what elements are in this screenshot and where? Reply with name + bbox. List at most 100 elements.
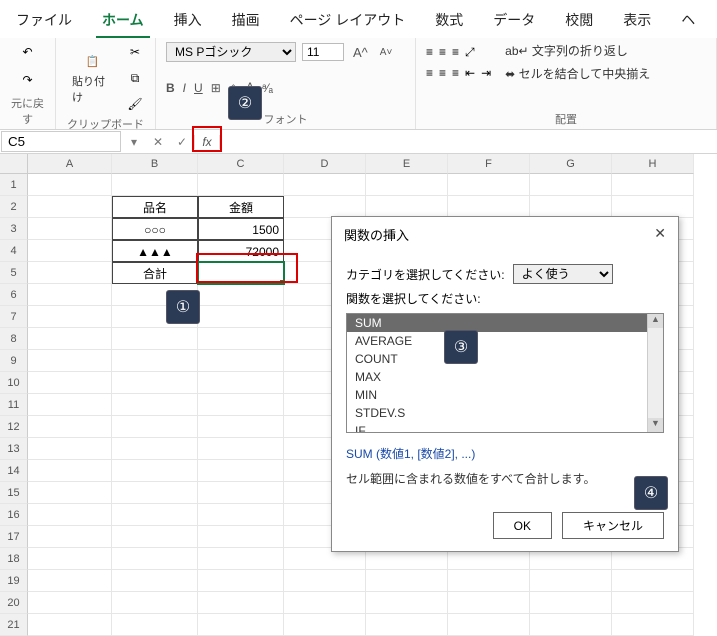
indent-inc-icon[interactable]: ⇥ <box>481 66 491 80</box>
row-header[interactable]: 4 <box>0 240 28 262</box>
ok-button[interactable]: OK <box>493 512 552 539</box>
cell[interactable] <box>28 240 112 262</box>
cell[interactable] <box>198 284 284 306</box>
function-item[interactable]: MIN <box>347 386 647 404</box>
cell[interactable] <box>28 350 112 372</box>
cell[interactable] <box>112 592 198 614</box>
col-header[interactable]: G <box>530 154 612 174</box>
cell[interactable] <box>112 570 198 592</box>
function-listbox[interactable]: SUM AVERAGE COUNT MAX MIN STDEV.S IF ▲ ▼ <box>346 313 664 433</box>
cell[interactable] <box>448 592 530 614</box>
tab-help[interactable]: ヘ <box>675 6 701 38</box>
cell[interactable]: 1500 <box>198 218 284 240</box>
row-header[interactable]: 3 <box>0 218 28 240</box>
row-header[interactable]: 5 <box>0 262 28 284</box>
font-size-input[interactable] <box>302 43 344 61</box>
cell[interactable] <box>530 614 612 636</box>
tab-pagelayout[interactable]: ページ レイアウト <box>284 6 412 38</box>
select-all-corner[interactable] <box>0 154 28 174</box>
cell[interactable] <box>112 482 198 504</box>
col-header[interactable]: E <box>366 154 448 174</box>
close-icon[interactable]: ✕ <box>654 225 666 244</box>
align-middle-icon[interactable]: ≡ <box>439 45 446 60</box>
cell[interactable] <box>530 570 612 592</box>
category-select[interactable]: よく使う <box>513 264 613 284</box>
scroll-down-icon[interactable]: ▼ <box>648 418 663 432</box>
cell[interactable] <box>28 548 112 570</box>
row-header[interactable]: 9 <box>0 350 28 372</box>
cell[interactable] <box>612 570 694 592</box>
cancel-formula-icon[interactable]: ✕ <box>146 135 170 149</box>
cell[interactable] <box>28 460 112 482</box>
cell[interactable] <box>198 504 284 526</box>
col-header[interactable]: C <box>198 154 284 174</box>
cell[interactable] <box>448 570 530 592</box>
col-header[interactable]: B <box>112 154 198 174</box>
row-header[interactable]: 1 <box>0 174 28 196</box>
col-header[interactable]: F <box>448 154 530 174</box>
cell[interactable] <box>198 328 284 350</box>
row-header[interactable]: 18 <box>0 548 28 570</box>
cell[interactable] <box>198 570 284 592</box>
cell[interactable] <box>28 372 112 394</box>
cell[interactable] <box>28 592 112 614</box>
cell[interactable] <box>612 614 694 636</box>
cell[interactable] <box>612 196 694 218</box>
cell[interactable]: 品名 <box>112 196 198 218</box>
function-item[interactable]: COUNT <box>347 350 647 368</box>
cell[interactable] <box>366 196 448 218</box>
cell[interactable]: 72000 <box>198 240 284 262</box>
col-header[interactable]: D <box>284 154 366 174</box>
cell[interactable] <box>366 570 448 592</box>
cell[interactable] <box>28 482 112 504</box>
tab-insert[interactable]: 挿入 <box>168 6 208 38</box>
cell[interactable] <box>198 394 284 416</box>
row-header[interactable]: 21 <box>0 614 28 636</box>
align-bottom-icon[interactable]: ≡ <box>452 45 459 60</box>
active-cell[interactable] <box>198 262 284 284</box>
underline-button[interactable]: U <box>194 81 203 95</box>
row-header[interactable]: 15 <box>0 482 28 504</box>
italic-button[interactable]: I <box>183 81 186 95</box>
function-item[interactable]: MAX <box>347 368 647 386</box>
tab-data[interactable]: データ <box>487 6 541 38</box>
cell[interactable] <box>112 614 198 636</box>
cell[interactable] <box>366 614 448 636</box>
cell[interactable] <box>448 174 530 196</box>
cell[interactable] <box>28 262 112 284</box>
cell[interactable] <box>112 438 198 460</box>
cell[interactable]: ▲▲▲ <box>112 240 198 262</box>
cell[interactable] <box>112 526 198 548</box>
cell[interactable] <box>198 416 284 438</box>
row-header[interactable]: 20 <box>0 592 28 614</box>
scroll-up-icon[interactable]: ▲ <box>648 314 663 328</box>
function-item[interactable]: SUM <box>347 314 647 332</box>
cell[interactable] <box>28 218 112 240</box>
cell[interactable] <box>530 592 612 614</box>
row-header[interactable]: 7 <box>0 306 28 328</box>
row-header[interactable]: 13 <box>0 438 28 460</box>
cell[interactable]: 合計 <box>112 262 198 284</box>
enter-formula-icon[interactable]: ✓ <box>170 135 194 149</box>
tab-formulas[interactable]: 数式 <box>429 6 469 38</box>
cell[interactable]: ○○○ <box>112 218 198 240</box>
cell[interactable] <box>612 592 694 614</box>
cell[interactable] <box>198 614 284 636</box>
cell[interactable] <box>28 504 112 526</box>
name-box-dropdown-icon[interactable]: ▾ <box>122 135 146 149</box>
insert-function-button[interactable]: fx <box>194 135 220 149</box>
cell[interactable] <box>112 328 198 350</box>
cell[interactable] <box>28 394 112 416</box>
merge-center-button[interactable]: ⬌ セルを結合して中央揃え <box>505 65 650 82</box>
cell[interactable] <box>530 174 612 196</box>
cell[interactable] <box>198 350 284 372</box>
row-header[interactable]: 19 <box>0 570 28 592</box>
cell[interactable]: 金額 <box>198 196 284 218</box>
border-button[interactable]: ⊞ <box>211 81 221 95</box>
cell[interactable] <box>28 306 112 328</box>
cancel-button[interactable]: キャンセル <box>562 512 664 539</box>
cell[interactable] <box>28 284 112 306</box>
cell[interactable] <box>198 372 284 394</box>
cell[interactable] <box>366 174 448 196</box>
tab-view[interactable]: 表示 <box>617 6 657 38</box>
